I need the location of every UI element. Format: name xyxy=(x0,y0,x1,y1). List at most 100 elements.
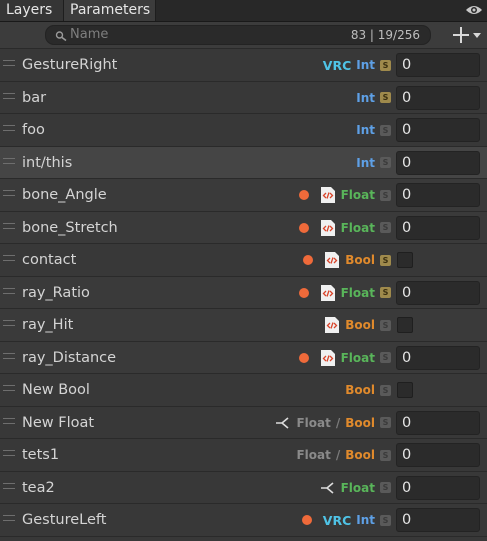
drag-handle[interactable] xyxy=(3,417,15,424)
parameter-row[interactable]: New Bool Bool S xyxy=(0,374,487,407)
drag-handle[interactable] xyxy=(3,190,15,196)
saved-toggle[interactable]: S xyxy=(380,157,391,168)
status-dot xyxy=(301,515,312,525)
drag-handle[interactable] xyxy=(3,125,15,131)
script-icon[interactable] xyxy=(324,251,340,269)
drag-handle[interactable] xyxy=(3,320,15,326)
parameter-row[interactable]: ray_Distance Float S 0 xyxy=(0,341,487,374)
drag-handle[interactable] xyxy=(3,385,15,391)
drag-handle[interactable] xyxy=(3,450,15,456)
saved-toggle[interactable]: S xyxy=(380,189,391,201)
value-field[interactable]: 0 xyxy=(396,345,480,370)
value-field[interactable]: 0 xyxy=(396,183,480,207)
value-field[interactable]: 0 xyxy=(396,280,480,305)
value-field[interactable]: 0 xyxy=(396,118,480,142)
saved-toggle[interactable]: S xyxy=(380,482,391,493)
saved-toggle[interactable]: S xyxy=(380,417,391,428)
value-checkbox[interactable] xyxy=(397,382,413,398)
type-label[interactable]: Int xyxy=(356,58,375,72)
saved-toggle[interactable]: S xyxy=(380,287,391,298)
tab-parameters[interactable]: Parameters xyxy=(64,0,156,21)
type-label[interactable]: Int xyxy=(356,123,375,137)
parameter-name: contact xyxy=(22,252,77,268)
type-label[interactable]: Bool xyxy=(345,253,375,267)
value-field[interactable]: 0 xyxy=(396,410,480,435)
type-label[interactable]: Float xyxy=(296,448,330,462)
saved-toggle[interactable]: S xyxy=(380,514,391,526)
saved-toggle[interactable]: S xyxy=(380,124,391,136)
drag-handle[interactable] xyxy=(3,482,15,489)
status-dot xyxy=(298,352,309,363)
value-checkbox[interactable] xyxy=(397,317,413,333)
parameter-row[interactable]: GestureLeft VRC Int S 0 xyxy=(0,504,487,537)
type-label[interactable]: Float xyxy=(341,286,375,300)
type-label[interactable]: Bool xyxy=(345,383,375,397)
value-checkbox[interactable] xyxy=(397,252,413,268)
type-separator: / xyxy=(335,448,341,462)
saved-toggle[interactable]: S xyxy=(380,222,391,233)
saved-toggle[interactable]: S xyxy=(380,92,391,103)
type-label[interactable]: Int xyxy=(356,91,375,105)
saved-toggle[interactable]: S xyxy=(380,254,391,266)
type-label[interactable]: Float xyxy=(341,221,375,235)
search-field[interactable]: Name 83 | 19/256 xyxy=(45,25,431,45)
value-field[interactable]: 0 xyxy=(396,53,480,77)
saved-toggle[interactable]: S xyxy=(380,319,391,331)
type-label[interactable]: Float xyxy=(296,416,330,430)
value-field[interactable]: 0 xyxy=(396,475,480,500)
saved-toggle[interactable]: S xyxy=(380,59,391,71)
script-icon[interactable] xyxy=(320,349,336,367)
drag-handle[interactable] xyxy=(3,222,15,229)
saved-toggle[interactable]: S xyxy=(380,449,391,461)
value-field[interactable]: 0 xyxy=(396,508,480,532)
type-label[interactable]: Bool xyxy=(345,318,375,332)
drag-handle[interactable] xyxy=(3,515,15,521)
type-label[interactable]: Float xyxy=(341,481,375,495)
saved-toggle[interactable]: S xyxy=(380,352,391,363)
value-field[interactable]: 0 xyxy=(396,443,480,467)
parameter-row[interactable]: tea2 Float S 0 xyxy=(0,472,487,504)
script-icon[interactable] xyxy=(320,219,336,237)
drag-handle[interactable] xyxy=(3,287,15,294)
saved-toggle[interactable]: S xyxy=(380,384,391,396)
value-field[interactable]: 0 xyxy=(396,85,480,110)
parameter-name: foo xyxy=(22,122,45,138)
type-label[interactable]: Int xyxy=(356,513,375,527)
status-dot xyxy=(298,222,309,233)
plus-icon[interactable] xyxy=(451,23,485,47)
parameter-row[interactable]: bar Int S 0 xyxy=(0,82,487,114)
parameter-row[interactable]: bone_Angle Float S 0 xyxy=(0,179,487,212)
parameter-row[interactable]: foo Int S 0 xyxy=(0,114,487,147)
script-icon[interactable] xyxy=(324,316,340,334)
search-icon xyxy=(55,31,67,42)
type-label[interactable]: Float xyxy=(341,188,375,202)
parameter-row[interactable]: GestureRight VRC Int S 0 xyxy=(0,49,487,82)
type-label[interactable]: Float xyxy=(341,351,375,365)
parameter-row[interactable]: ray_Hit Bool S xyxy=(0,309,487,342)
parameter-row[interactable]: contact Bool S xyxy=(0,244,487,277)
type-label-secondary[interactable]: Bool xyxy=(345,416,375,430)
branch-icon[interactable] xyxy=(275,416,291,429)
value-field[interactable]: 0 xyxy=(396,215,480,240)
drag-handle[interactable] xyxy=(3,255,15,261)
parameter-row[interactable]: bone_Stretch Float S 0 xyxy=(0,211,487,244)
branch-icon[interactable] xyxy=(320,481,336,494)
tab-layers[interactable]: Layers xyxy=(0,0,64,21)
script-icon[interactable] xyxy=(320,186,336,204)
parameter-name: New Float xyxy=(22,414,95,431)
drag-handle[interactable] xyxy=(3,92,15,99)
status-dot xyxy=(303,255,314,265)
script-icon[interactable] xyxy=(320,284,336,302)
type-label-secondary[interactable]: Bool xyxy=(345,448,375,462)
eye-icon[interactable] xyxy=(465,2,483,18)
drag-handle[interactable] xyxy=(3,157,15,164)
value-field[interactable]: 0 xyxy=(396,150,480,175)
parameter-row[interactable]: ray_Ratio Float S 0 xyxy=(0,276,487,309)
parameter-row[interactable]: int/this Int S 0 xyxy=(0,146,487,179)
status-dot xyxy=(298,287,309,298)
drag-handle[interactable] xyxy=(3,352,15,359)
parameter-row[interactable]: tets1 Float / Bool S 0 xyxy=(0,439,487,472)
drag-handle[interactable] xyxy=(3,60,15,66)
type-label[interactable]: Int xyxy=(356,156,375,170)
parameter-row[interactable]: New Float Float / Bool S 0 xyxy=(0,407,487,439)
